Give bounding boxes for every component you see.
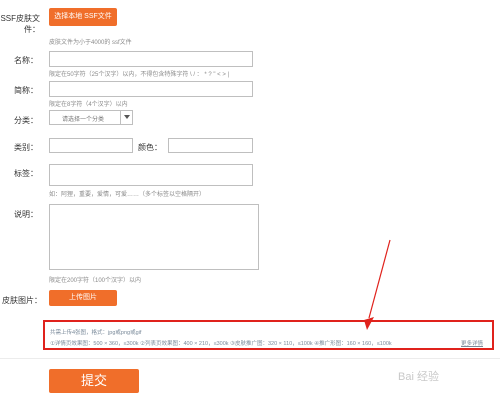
type-input[interactable]: [49, 138, 133, 153]
type-label: 类别：: [14, 143, 38, 152]
requirements-line-2: ①详情页效果图：500 × 360，≤300k ②列表页效果图：400 × 21…: [50, 341, 392, 347]
short-name-label: 简称：: [14, 86, 38, 95]
chevron-down-icon[interactable]: [120, 111, 132, 124]
category-label: 分类：: [14, 116, 38, 125]
upload-requirements-box: 共需上传4张图，格式：jpg或png或gif ①详情页效果图：500 × 360…: [43, 320, 494, 350]
tags-hint: 如：阿狸，重要，爱情，可爱……（多个标签以空格隔开）: [49, 192, 206, 198]
divider: [0, 358, 500, 359]
skin-file-hint: 皮肤文件为小于4000的 ssf文件: [49, 40, 132, 46]
tags-input[interactable]: [49, 164, 253, 186]
category-select[interactable]: 请选择一个分类: [49, 110, 133, 125]
description-textarea[interactable]: [49, 204, 259, 270]
name-label: 名称：: [14, 56, 38, 65]
name-input[interactable]: [49, 51, 253, 67]
skin-file-label: SSF皮肤文件：: [0, 14, 40, 34]
skin-image-label: 皮肤图片：: [2, 296, 42, 305]
select-ssf-file-button[interactable]: 选择本地 SSF文件: [49, 8, 117, 26]
submit-button[interactable]: 提交: [49, 369, 139, 393]
short-name-hint: 限定在8字符（4个汉字）以内: [49, 102, 128, 108]
tags-label: 标签：: [14, 169, 38, 178]
color-label: 颜色：: [138, 143, 162, 152]
short-name-input[interactable]: [49, 81, 253, 97]
color-input[interactable]: [168, 138, 253, 153]
category-select-value: 请选择一个分类: [62, 117, 105, 123]
requirements-line-1: 共需上传4张图，格式：jpg或png或gif: [50, 330, 142, 336]
description-label: 说明：: [14, 210, 38, 219]
watermark: Bai 经验: [398, 371, 439, 383]
description-hint: 限定在200字符（100个汉字）以内: [49, 278, 142, 284]
name-hint: 限定在50字符（25个汉字）以内，不得包含特殊字符 \ / ： * ? " < …: [49, 72, 230, 78]
more-details-link[interactable]: 更多详情: [461, 339, 483, 347]
upload-image-button[interactable]: 上传图片: [49, 290, 117, 306]
